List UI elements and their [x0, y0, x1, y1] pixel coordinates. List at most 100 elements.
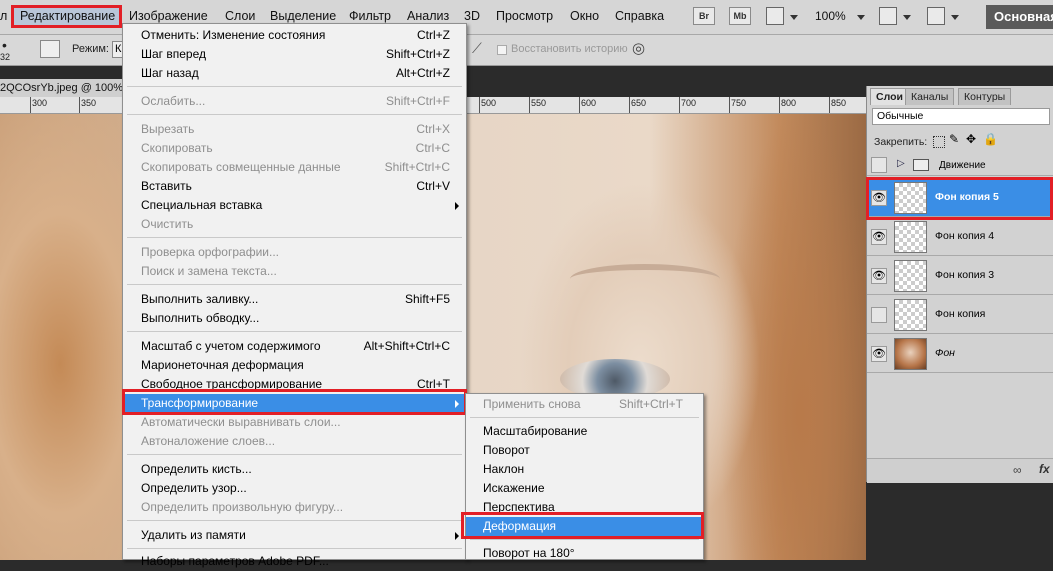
lock-position-icon[interactable]: ✥	[966, 132, 976, 146]
menu-item-copy-merged[interactable]: Скопировать совмещенные данные Shift+Ctrl…	[123, 158, 466, 177]
brush-panel-icon[interactable]	[40, 40, 60, 58]
submenu-item-label: Поворот на 180°	[483, 546, 575, 560]
visibility-toggle[interactable]	[871, 157, 887, 173]
menu-separator	[127, 454, 462, 455]
airbrush-icon[interactable]: ⟋	[472, 40, 482, 57]
menu-item-auto-align-layers[interactable]: Автоматически выравнивать слои...	[123, 413, 466, 432]
menu-item-label: Шаг назад	[141, 66, 199, 80]
ruler-tick	[579, 97, 580, 113]
submenu-item-again[interactable]: Применить снова Shift+Ctrl+T	[466, 395, 703, 414]
layer-name: Фон копия	[935, 308, 986, 320]
chevron-down-icon[interactable]	[951, 15, 959, 20]
tab-paths[interactable]: Контуры	[958, 88, 1012, 105]
menu-item-content-aware-scale[interactable]: Масштаб с учетом содержимого Alt+Shift+Ct…	[123, 337, 466, 356]
menu-item-stroke[interactable]: Выполнить обводку...	[123, 309, 466, 328]
blend-mode-select[interactable]: Обычные	[872, 108, 1050, 125]
brush-dot-icon[interactable]: •	[2, 37, 7, 53]
menu-item-fade[interactable]: Ослабить... Shift+Ctrl+F	[123, 92, 466, 111]
menu-item-image[interactable]: Изображение	[129, 9, 208, 23]
expand-triangle-icon[interactable]: ▷	[897, 158, 905, 169]
link-layers-icon[interactable]: ∞	[1013, 463, 1022, 477]
layer-row[interactable]: 👁 Фон копия 4	[867, 218, 1053, 256]
layer-row[interactable]: Фон копия	[867, 296, 1053, 334]
menu-item-window[interactable]: Окно	[570, 9, 599, 23]
menu-item-shortcut: Shift+Ctrl+Z	[385, 47, 450, 61]
chevron-down-icon[interactable]	[903, 15, 911, 20]
menu-item-puppet-warp[interactable]: Марионеточная деформация	[123, 356, 466, 375]
menu-item-shortcut: Shift+Ctrl+F	[385, 94, 450, 108]
menu-item-filter[interactable]: Фильтр	[349, 9, 391, 23]
eye-icon[interactable]: 👁	[871, 346, 887, 362]
menu-item-layers[interactable]: Слои	[225, 9, 255, 23]
lock-pixels-icon[interactable]: ✎	[949, 132, 959, 146]
visibility-toggle[interactable]	[871, 307, 887, 323]
menu-item-3d[interactable]: 3D	[464, 9, 480, 23]
tab-layers[interactable]: Слои	[870, 88, 909, 105]
eye-icon[interactable]: 👁	[871, 229, 887, 245]
workspace-switcher[interactable]: Основная	[986, 5, 1053, 29]
lock-all-icon[interactable]: 🔒	[983, 132, 998, 146]
eye-icon[interactable]: 👁	[871, 268, 887, 284]
menu-item-label: Марионеточная деформация	[141, 358, 304, 372]
chevron-down-icon[interactable]	[790, 15, 798, 20]
submenu-item-scale[interactable]: Масштабирование	[466, 422, 703, 441]
menu-item-define-brush[interactable]: Определить кисть...	[123, 460, 466, 479]
menu-item-help[interactable]: Справка	[615, 9, 664, 23]
menu-separator	[127, 114, 462, 115]
menu-item-pdf-presets[interactable]: Наборы параметров Adobe PDF...	[123, 552, 466, 571]
layer-name: Фон копия 4	[935, 230, 995, 242]
menu-item-auto-blend-layers[interactable]: Автоналожение слоев...	[123, 432, 466, 451]
zoom-level[interactable]: 100%	[815, 9, 846, 23]
chevron-down-icon[interactable]	[857, 15, 865, 20]
menu-item-label: Масштаб с учетом содержимого	[141, 339, 321, 353]
restore-history-checkbox[interactable]	[497, 45, 507, 55]
submenu-arrow-icon	[455, 202, 459, 210]
menu-item-find-replace[interactable]: Поиск и замена текста...	[123, 262, 466, 281]
fx-icon[interactable]: fx	[1039, 462, 1050, 476]
layers-panel-footer: ∞ fx	[867, 458, 1053, 483]
menu-item-cut[interactable]: Вырезать Ctrl+X	[123, 120, 466, 139]
layer-row[interactable]: 👁 Фон копия 3	[867, 257, 1053, 295]
menu-separator	[127, 520, 462, 521]
bridge-button[interactable]: Br	[693, 7, 715, 25]
menu-item-fill[interactable]: Выполнить заливку... Shift+F5	[123, 290, 466, 309]
menu-item-paste[interactable]: Вставить Ctrl+V	[123, 177, 466, 196]
submenu-item-rotate[interactable]: Поворот	[466, 441, 703, 460]
submenu-item-distort[interactable]: Искажение	[466, 479, 703, 498]
menu-item-step-forward[interactable]: Шаг вперед Shift+Ctrl+Z	[123, 45, 466, 64]
layer-row[interactable]: 👁 Фон	[867, 335, 1053, 373]
menu-item-label: Удалить из памяти	[141, 528, 246, 542]
menu-item-shortcut: Alt+Shift+Ctrl+C	[363, 339, 450, 353]
menu-item-label: Выполнить заливку...	[141, 292, 259, 306]
mini-bridge-button[interactable]: Mb	[729, 7, 751, 25]
menu-item-select[interactable]: Выделение	[270, 9, 336, 23]
submenu-item-rotate-180[interactable]: Поворот на 180°	[466, 544, 703, 563]
tablet-pressure-icon[interactable]: ◎	[632, 39, 645, 57]
screen-mode-icon[interactable]	[927, 7, 945, 25]
menu-item-label: Специальная вставка	[141, 198, 263, 212]
arrange-documents-icon[interactable]	[879, 7, 897, 25]
submenu-item-skew[interactable]: Наклон	[466, 460, 703, 479]
ruler-tick	[30, 97, 31, 113]
menu-item-copy[interactable]: Скопировать Ctrl+C	[123, 139, 466, 158]
menu-item-define-custom-shape[interactable]: Определить произвольную фигуру...	[123, 498, 466, 517]
menu-item-paste-special[interactable]: Специальная вставка	[123, 196, 466, 215]
layer-group-row[interactable]: ▷ Движение	[867, 154, 1053, 176]
menu-item-define-pattern[interactable]: Определить узор...	[123, 479, 466, 498]
tab-channels[interactable]: Каналы	[905, 88, 955, 105]
menu-item-undo[interactable]: Отменить: Изменение состояния Ctrl+Z	[123, 26, 466, 45]
menu-item-step-backward[interactable]: Шаг назад Alt+Ctrl+Z	[123, 64, 466, 83]
menu-item-spell-check[interactable]: Проверка орфографии...	[123, 243, 466, 262]
lock-transparency-icon[interactable]	[933, 136, 945, 148]
menu-item-view[interactable]: Просмотр	[496, 9, 553, 23]
menu-item-clear[interactable]: Очистить	[123, 215, 466, 234]
menu-item-analysis[interactable]: Анализ	[407, 9, 449, 23]
menu-item-label: Автоматически выравнивать слои...	[141, 415, 341, 429]
menu-item-label: Вставить	[141, 179, 192, 193]
restore-history-label: Восстановить историю	[511, 43, 628, 55]
menu-item-purge[interactable]: Удалить из памяти	[123, 526, 466, 545]
film-strip-icon[interactable]	[766, 7, 784, 25]
menu-item-edit[interactable]: Редактирование	[20, 9, 115, 23]
menu-item-file-partial[interactable]: л	[0, 9, 7, 23]
document-tab[interactable]: 2QCOsrYb.jpeg @ 100%	[0, 79, 125, 98]
